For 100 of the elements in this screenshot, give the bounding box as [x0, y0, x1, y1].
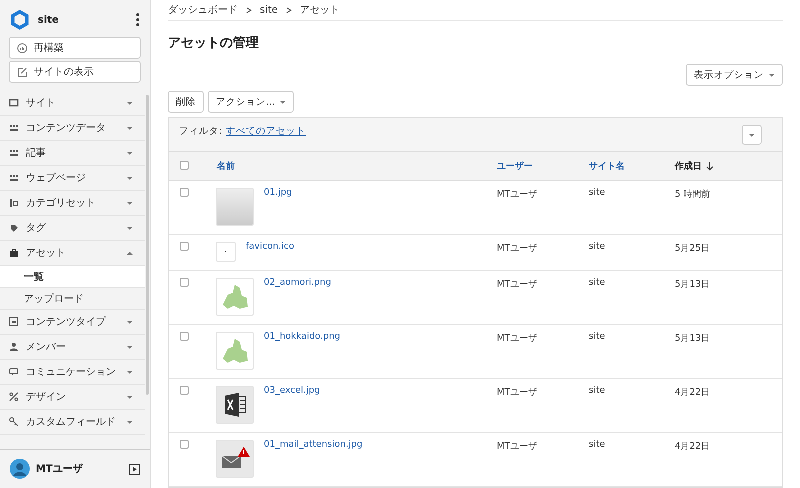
sidebar-item[interactable]: コンテンツタイプ [0, 310, 145, 335]
caret-icon [127, 126, 133, 130]
delete-button[interactable]: 削除 [168, 91, 204, 113]
filter-dropdown-button[interactable] [742, 125, 762, 145]
asset-icon [9, 248, 19, 258]
table-cell-text: site [588, 278, 606, 288]
icon-thumbnail [216, 242, 236, 262]
data-icon [9, 148, 19, 158]
member-icon [9, 342, 19, 352]
sidebar-item[interactable]: コミュニケーション [0, 360, 145, 385]
table-cell-text: site [588, 332, 606, 342]
sidebar-subitem[interactable]: 一覧 [0, 266, 145, 288]
table-cell-text: MTユーザ [496, 387, 538, 399]
rebuild-button[interactable]: 再構築 [9, 37, 141, 59]
caret-icon [127, 226, 133, 230]
column-header[interactable]: 名前 [217, 160, 235, 172]
breadcrumb-item[interactable]: ダッシュボード [168, 3, 238, 17]
column-header[interactable]: 作成日 [675, 160, 702, 172]
filter-label: フィルタ: [179, 125, 222, 138]
table-cell-text: site [588, 440, 606, 450]
sort-arrow-icon[interactable] [706, 162, 714, 170]
site-name: site [38, 14, 60, 26]
table-cell-text: MTユーザ [496, 279, 538, 291]
column-header[interactable]: サイト名 [589, 160, 625, 172]
spreadsheet-icon [216, 386, 254, 424]
sidebar-item[interactable]: タグ [0, 216, 145, 241]
row-checkbox[interactable] [180, 242, 189, 251]
filter-link[interactable]: すべてのアセット [226, 125, 738, 138]
gauge-icon [17, 42, 28, 54]
table-cell-text: 5 時間前 [674, 188, 712, 201]
display-options-button[interactable]: 表示オプション [686, 64, 783, 86]
table-cell-text: MTユーザ [496, 441, 538, 453]
table-cell-text: site [588, 386, 606, 396]
asset-link[interactable]: 01_hokkaido.png [264, 332, 340, 370]
sidebar-item[interactable]: ウェブページ [0, 166, 145, 191]
table-cell-text: 4月22日 [674, 441, 712, 453]
sidebar-subitem[interactable]: アップロード [0, 288, 145, 310]
data-icon [9, 123, 19, 133]
breadcrumb-item[interactable]: アセット [300, 3, 340, 17]
table-cell-text: site [588, 242, 606, 252]
caret-icon [127, 346, 133, 348]
asset-link[interactable]: 01.jpg [264, 188, 292, 226]
row-checkbox[interactable] [180, 440, 189, 449]
site-icon [9, 98, 19, 108]
table-cell-text: MTユーザ [496, 333, 538, 345]
page-title: アセットの管理 [168, 35, 260, 52]
actions-dropdown[interactable]: アクション... [208, 91, 294, 113]
table-cell-text: site [588, 188, 606, 198]
caret-icon [127, 176, 133, 180]
table-cell-text: 4月22日 [674, 387, 712, 399]
caret-icon [127, 420, 133, 424]
table-cell-text: MTユーザ [496, 243, 538, 255]
caret-icon [127, 102, 133, 104]
edit-icon [17, 66, 28, 78]
chevron-icon [246, 6, 252, 14]
asset-link[interactable]: 03_excel.jpg [264, 386, 320, 424]
more-icon[interactable] [136, 13, 140, 27]
sidebar-item[interactable]: カスタムフィールド [0, 410, 145, 435]
table-cell-text: MTユーザ [496, 189, 538, 201]
field-icon [9, 417, 19, 427]
row-checkbox[interactable] [180, 332, 189, 341]
row-checkbox[interactable] [180, 386, 189, 395]
table-cell-text: 5月25日 [674, 243, 712, 255]
category-icon [9, 198, 19, 208]
caret-icon [127, 370, 133, 374]
map-thumbnail [216, 332, 254, 370]
chevron-icon [286, 6, 292, 14]
mail-warning-icon [216, 440, 254, 478]
caret-icon [127, 396, 133, 398]
user-name: MTユーザ [36, 462, 84, 476]
view-site-button[interactable]: サイトの表示 [9, 61, 141, 83]
sidebar-item[interactable]: メンバー [0, 335, 145, 360]
asset-link[interactable]: 02_aomori.png [264, 278, 332, 316]
logo-icon [10, 10, 30, 30]
design-icon [9, 392, 19, 402]
caret-icon [280, 100, 286, 104]
row-checkbox[interactable] [180, 188, 189, 197]
sidebar-item[interactable]: デザイン [0, 385, 145, 410]
caret-icon [127, 320, 133, 324]
table-cell-text: 5月13日 [674, 333, 712, 345]
asset-link[interactable]: 01_mail_attension.jpg [264, 440, 363, 478]
type-icon [9, 317, 19, 327]
column-header[interactable]: ユーザー [497, 160, 533, 172]
breadcrumb-item[interactable]: site [260, 4, 278, 16]
caret-icon [127, 202, 133, 204]
sidebar-item[interactable]: 記事 [0, 141, 145, 166]
sidebar-item[interactable]: コンテンツデータ [0, 116, 145, 141]
asset-link[interactable]: favicon.ico [246, 242, 294, 262]
sidebar-item[interactable]: カテゴリセット [0, 191, 145, 216]
sidebar-item[interactable]: サイト [0, 91, 145, 116]
photo-placeholder [216, 188, 254, 226]
select-all-checkbox[interactable] [180, 160, 189, 170]
caret-icon [127, 152, 133, 154]
avatar-icon [10, 459, 30, 479]
data-icon [9, 173, 19, 183]
caret-icon [769, 74, 775, 76]
tag-icon [9, 223, 19, 233]
comment-icon [9, 367, 19, 377]
play-icon[interactable] [129, 464, 140, 474]
row-checkbox[interactable] [180, 278, 189, 287]
